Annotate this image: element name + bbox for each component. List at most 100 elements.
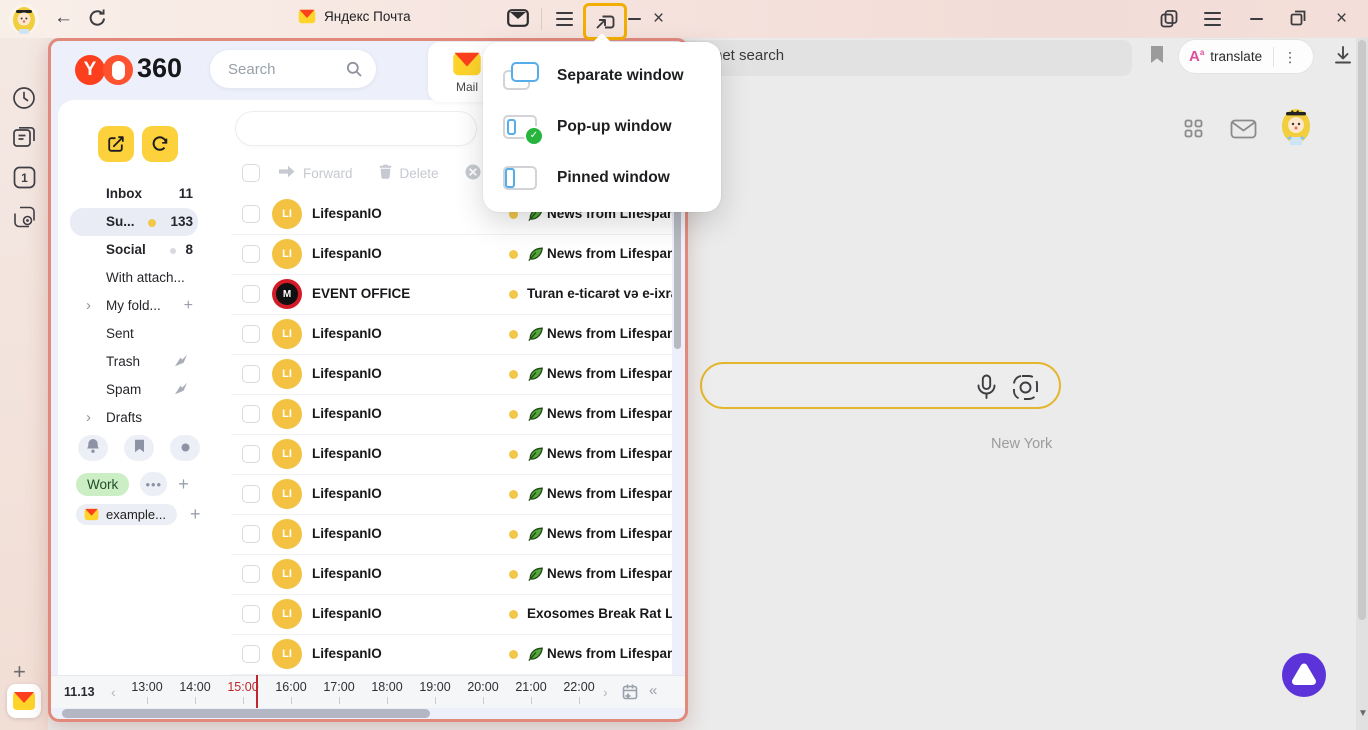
message-row[interactable]: LILifespanIONews from Lifespan. — [231, 434, 672, 474]
timeline-hour[interactable]: 18:00 — [363, 680, 411, 704]
account-pill[interactable]: example... — [76, 504, 177, 525]
forward-button[interactable]: Forward — [278, 165, 353, 181]
message-checkbox[interactable] — [242, 525, 260, 543]
labels-more-button[interactable]: ••• — [140, 472, 167, 496]
yandex-mail-app-button[interactable] — [7, 684, 41, 718]
message-checkbox[interactable] — [242, 565, 260, 583]
collapse-timeline-icon[interactable]: « — [649, 682, 657, 699]
message-checkbox[interactable] — [242, 365, 260, 383]
message-row[interactable]: LILifespanIONews from Lifespan. — [231, 354, 672, 394]
timeline-hour[interactable]: 13:00 — [123, 680, 171, 704]
chevron-right-icon[interactable]: › — [86, 404, 91, 432]
address-text[interactable]: net search — [714, 47, 784, 64]
folder-item-sent[interactable]: Sent — [70, 320, 198, 348]
message-row[interactable]: LILifespanIONews from Lifespan. — [231, 394, 672, 434]
mail-search-bar[interactable]: Search — [210, 50, 376, 88]
horizontal-scrollbar-thumb[interactable] — [62, 709, 430, 718]
folder-item-drafts[interactable]: ›Drafts — [70, 404, 198, 432]
voice-search-icon[interactable] — [976, 374, 997, 406]
mail-envelope-button[interactable] — [507, 9, 529, 32]
message-checkbox[interactable] — [242, 205, 260, 223]
check-mail-button[interactable] — [142, 126, 178, 162]
bookmark-icon[interactable] — [1150, 45, 1164, 69]
add-folder-icon[interactable]: + — [184, 292, 193, 320]
folder-item-trash[interactable]: Trash — [70, 348, 198, 376]
quick-filter-reminders[interactable] — [78, 435, 108, 461]
timeline-hour[interactable]: 19:00 — [411, 680, 459, 704]
message-row[interactable]: LILifespanIONews from Lifespan. — [231, 554, 672, 594]
menu-item-pinned-window[interactable]: Pinned window — [483, 152, 721, 203]
minimize-button[interactable] — [628, 18, 641, 20]
refresh-button[interactable] — [88, 8, 107, 32]
message-checkbox[interactable] — [242, 485, 260, 503]
timeline-hour[interactable]: 21:00 — [507, 680, 555, 704]
add-label-button[interactable]: + — [178, 474, 189, 495]
location-label[interactable]: New York — [991, 436, 1052, 452]
menu-item-popup-window[interactable]: ✓Pop-up window — [483, 101, 721, 152]
translate-button[interactable]: Aa translate ⋮ — [1178, 39, 1314, 74]
folder-item-my-folders[interactable]: ›My fold...+ — [70, 292, 198, 320]
delete-button[interactable]: Delete — [379, 164, 439, 182]
message-checkbox[interactable] — [242, 325, 260, 343]
add-account-button[interactable]: + — [190, 504, 201, 525]
close-button[interactable]: × — [653, 8, 664, 30]
select-all-checkbox[interactable] — [242, 164, 260, 182]
browser-restore-button[interactable] — [1290, 10, 1306, 31]
page-user-avatar[interactable] — [1276, 105, 1316, 149]
message-checkbox[interactable] — [242, 245, 260, 263]
calendar-add-icon[interactable] — [621, 683, 639, 706]
timeline-hour[interactable]: 17:00 — [315, 680, 363, 704]
kebab-menu-icon[interactable]: ⋮ — [1283, 50, 1297, 64]
image-search-icon[interactable] — [1012, 374, 1039, 406]
message-row[interactable]: LILifespanIONews from Lifespan. — [231, 634, 672, 674]
yandex-logo-y[interactable]: Y — [75, 55, 105, 85]
message-row[interactable]: LILifespanIONews from Lifespan. — [231, 314, 672, 354]
message-checkbox[interactable] — [242, 405, 260, 423]
compose-button[interactable] — [98, 126, 134, 162]
message-row[interactable]: LILifespanIONews from Lifespan. — [231, 474, 672, 514]
list-header-bar[interactable] — [236, 112, 476, 145]
page-scrollbar-thumb[interactable] — [1358, 40, 1366, 620]
browser-tabs-button[interactable] — [1160, 10, 1178, 33]
history-button[interactable] — [11, 86, 37, 110]
menu-item-separate-window[interactable]: Separate window — [483, 50, 721, 101]
tab-count-button[interactable]: 1 — [11, 166, 37, 189]
timeline-next-icon[interactable]: › — [603, 684, 608, 700]
message-checkbox[interactable] — [242, 605, 260, 623]
window-mode-button[interactable] — [583, 3, 627, 40]
folder-item-social[interactable]: Social8 — [70, 236, 198, 264]
folder-item-with-attachments[interactable]: With attach... — [70, 264, 198, 292]
message-row[interactable]: LILifespanIONews from Lifespan. — [231, 234, 672, 274]
collections-button[interactable] — [11, 126, 37, 148]
timeline-hour[interactable]: 20:00 — [459, 680, 507, 704]
browser-minimize-button[interactable] — [1250, 18, 1263, 20]
browser-close-button[interactable]: × — [1336, 8, 1347, 30]
downloads-button[interactable] — [1333, 45, 1353, 70]
message-row[interactable]: LILifespanIOExosomes Break Rat Lif — [231, 594, 672, 634]
browser-menu-button[interactable] — [1204, 12, 1221, 29]
timeline-hour[interactable]: 22:00 — [555, 680, 603, 704]
clear-folder-icon[interactable] — [174, 349, 188, 377]
add-panel-button[interactable]: + — [13, 659, 26, 685]
timeline-hour[interactable]: 16:00 — [267, 680, 315, 704]
clear-folder-icon[interactable] — [174, 377, 188, 405]
timeline-prev-icon[interactable]: ‹ — [111, 684, 116, 700]
message-row[interactable]: LILifespanIONews from Lifespan. — [231, 514, 672, 554]
folder-item-subscriptions[interactable]: Su...133 — [70, 208, 198, 236]
timeline-hour[interactable]: 14:00 — [171, 680, 219, 704]
menu-button[interactable] — [556, 12, 573, 29]
alisa-assistant-button[interactable] — [1281, 652, 1327, 698]
page-mail-button[interactable] — [1230, 119, 1257, 144]
timeline-hour[interactable]: 15:00 — [219, 680, 267, 704]
quick-filter-bookmarks[interactable] — [124, 435, 154, 461]
folder-item-spam[interactable]: Spam — [70, 376, 198, 404]
message-row[interactable]: MEVENT OFFICETuran e-ticarət və e-ixra — [231, 274, 672, 314]
label-work[interactable]: Work — [76, 473, 129, 496]
page-search-box[interactable] — [700, 362, 1061, 409]
quick-filter-marker[interactable] — [170, 435, 200, 461]
message-checkbox[interactable] — [242, 645, 260, 663]
services-grid-button[interactable] — [1184, 119, 1203, 143]
back-button[interactable]: ← — [54, 7, 73, 29]
message-checkbox[interactable] — [242, 445, 260, 463]
scrollbar-down-arrow[interactable]: ▼ — [1358, 708, 1368, 719]
